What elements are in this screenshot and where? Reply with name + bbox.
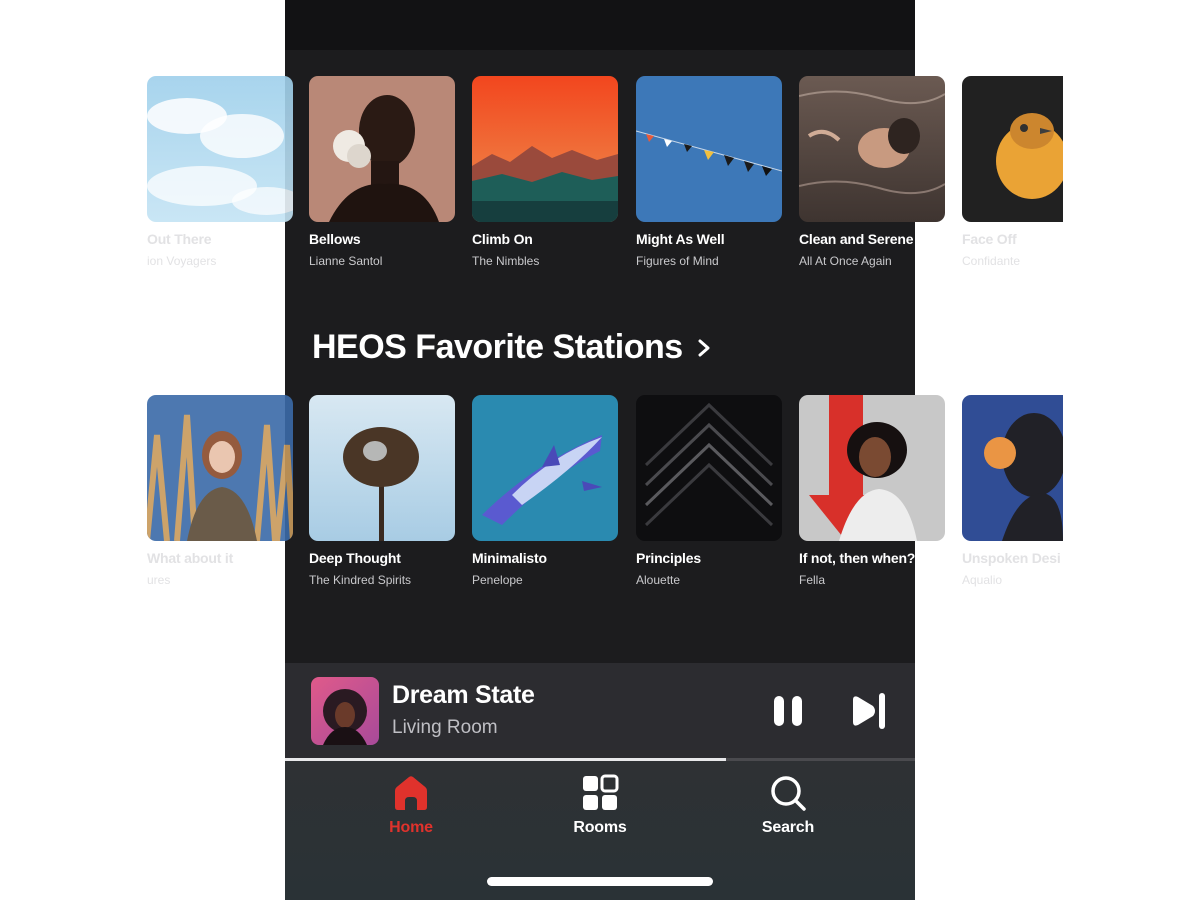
- station-subtitle: ures: [147, 573, 171, 587]
- album-card[interactable]: Climb On The Nimbles: [472, 76, 618, 268]
- station-card[interactable]: Deep Thought The Kindred Spirits: [309, 395, 455, 587]
- station-card[interactable]: Minimalisto Penelope: [472, 395, 618, 587]
- mini-player[interactable]: Dream State Living Room: [285, 663, 915, 759]
- skip-next-icon[interactable]: [849, 691, 889, 731]
- station-title: Principles: [636, 550, 701, 566]
- station-title: If not, then when?: [799, 550, 916, 566]
- station-subtitle: The Kindred Spirits: [309, 573, 412, 587]
- album-title: Might As Well: [636, 231, 725, 247]
- now-playing-room: Living Room: [392, 717, 498, 738]
- tab-label: Rooms: [573, 819, 627, 836]
- album-card[interactable]: Face Off Confidante: [962, 76, 1063, 268]
- chevron-right-icon: [698, 339, 710, 356]
- album-artist: Figures of Mind: [636, 254, 719, 268]
- section-heading-favorites[interactable]: HEOS Favorite Stations: [312, 328, 715, 367]
- album-artist: Lianne Santol: [309, 254, 383, 268]
- album-art-sunset: [472, 76, 618, 222]
- album-title: Face Off: [962, 231, 1017, 247]
- search-icon: [771, 776, 806, 811]
- station-title: Unspoken Desi: [962, 550, 1061, 566]
- album-art-bird: [962, 76, 1063, 222]
- station-card[interactable]: What about it ures: [147, 395, 293, 587]
- album-art-portrait: [309, 76, 455, 222]
- station-subtitle: Aqualio: [962, 573, 1003, 587]
- station-title: Minimalisto: [472, 550, 547, 566]
- home-icon: [395, 776, 427, 810]
- album-art-sky: [147, 76, 293, 222]
- album-artist: The Nimbles: [472, 254, 540, 268]
- album-card[interactable]: Clean and Serene All At Once Again: [799, 76, 945, 268]
- station-art-silhouette: [962, 395, 1063, 541]
- station-art-woman-arrow: [799, 395, 945, 541]
- station-card[interactable]: If not, then when? Fella: [799, 395, 945, 587]
- album-card[interactable]: Bellows Lianne Santol: [309, 76, 455, 268]
- status-area: [285, 0, 915, 50]
- pause-icon[interactable]: [768, 691, 808, 731]
- album-art-water: [799, 76, 945, 222]
- now-playing-title: Dream State: [392, 681, 535, 709]
- station-art-chevrons: [636, 395, 782, 541]
- station-subtitle: Penelope: [472, 573, 523, 587]
- section-title: HEOS Favorite Stations: [312, 328, 683, 366]
- tab-rooms[interactable]: Rooms: [540, 773, 660, 837]
- album-artist: ion Voyagers: [147, 254, 217, 268]
- album-card[interactable]: Might As Well Figures of Mind: [636, 76, 782, 268]
- tab-search[interactable]: Search: [728, 773, 848, 837]
- station-card[interactable]: Principles Alouette: [636, 395, 782, 587]
- tab-label: Search: [761, 819, 815, 836]
- album-artist: Confidante: [962, 254, 1021, 268]
- station-art-grass: [147, 395, 293, 541]
- station-art-palm: [309, 395, 455, 541]
- now-playing-art: [311, 677, 379, 745]
- album-title: Clean and Serene: [799, 231, 914, 247]
- home-indicator[interactable]: [487, 877, 713, 886]
- station-art-shark: [472, 395, 618, 541]
- album-card[interactable]: Out There ion Voyagers: [147, 76, 293, 268]
- station-card[interactable]: Unspoken Desi Aqualio: [962, 395, 1063, 587]
- album-title: Out There: [147, 231, 212, 247]
- station-title: What about it: [147, 550, 234, 566]
- album-title: Climb On: [472, 231, 533, 247]
- rooms-icon: [583, 774, 619, 810]
- tab-label: Home: [389, 819, 433, 836]
- station-subtitle: Alouette: [636, 573, 681, 587]
- album-art-bunting: [636, 76, 782, 222]
- station-subtitle: Fella: [799, 573, 826, 587]
- station-title: Deep Thought: [309, 550, 401, 566]
- album-title: Bellows: [309, 231, 361, 247]
- album-artist: All At Once Again: [799, 254, 892, 268]
- tab-home[interactable]: Home: [351, 773, 471, 837]
